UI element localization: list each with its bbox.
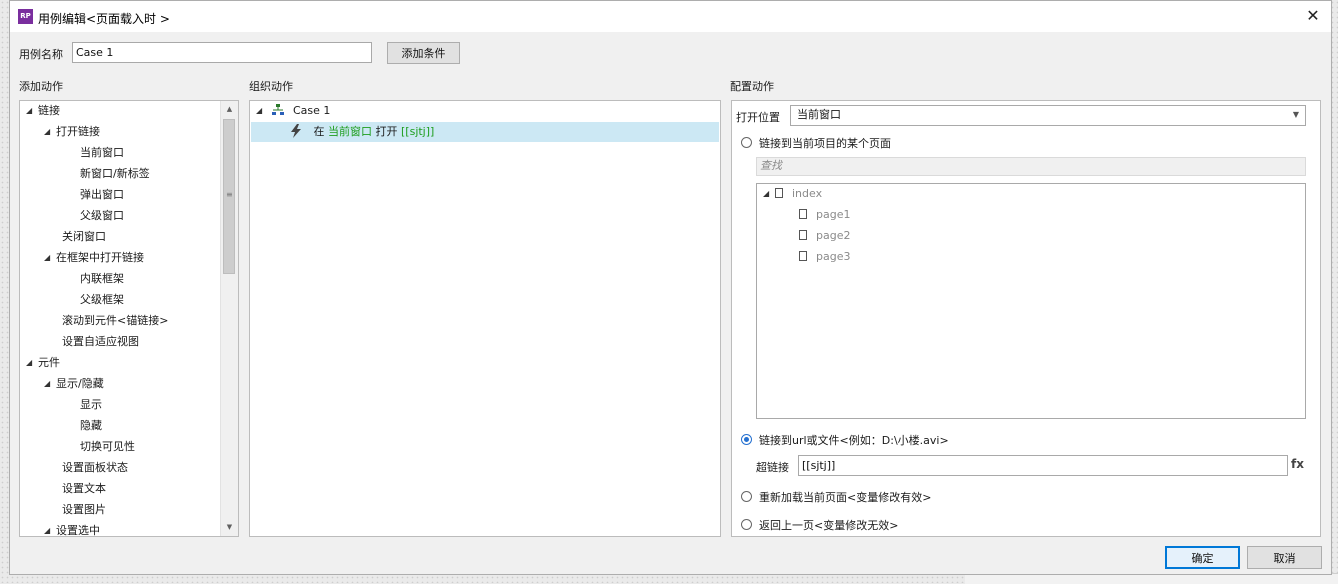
action-open-link-row[interactable]: 在 当前窗口 打开 [[sjtj]] bbox=[290, 122, 434, 142]
tree-item-set-selected[interactable]: ◢ 设置选中 bbox=[44, 521, 100, 536]
cancel-button[interactable]: 取消 bbox=[1247, 546, 1322, 569]
open-location-label: 打开位置 bbox=[736, 111, 780, 124]
add-actions-tree: ◢ 链接 ◢ 打开链接 当前窗口 新窗口/新标签 弹出窗口 父级窗口 关闭窗口 ◢ 在… bbox=[19, 100, 239, 537]
tree-item-show[interactable]: 显示 bbox=[80, 395, 102, 415]
expand-triangle-icon[interactable]: ◢ bbox=[44, 374, 56, 394]
case-node-label: Case 1 bbox=[293, 104, 331, 117]
tree-item-show-hide[interactable]: ◢ 显示/隐藏 bbox=[44, 374, 104, 394]
case-editor-dialog: RP 用例编辑<页面载入时 > ✕ 用例名称 添加条件 添加动作 组织动作 配置… bbox=[9, 0, 1332, 575]
page-item-page3[interactable]: page3 bbox=[799, 247, 850, 267]
page-icon bbox=[775, 188, 783, 198]
page-icon bbox=[799, 251, 807, 261]
action-verb: 打开 bbox=[375, 125, 398, 138]
case-node[interactable]: ◢ Case 1 bbox=[256, 101, 330, 121]
add-actions-header: 添加动作 bbox=[19, 80, 63, 93]
close-icon[interactable]: ✕ bbox=[1301, 5, 1325, 27]
organize-actions-panel: ◢ Case 1 在 当前窗口 打开 [[sjtj]] bbox=[249, 100, 721, 537]
dropdown-arrow-icon[interactable]: ▼ bbox=[1293, 106, 1299, 124]
page-tree: ◢ index page1 page2 page3 bbox=[756, 183, 1306, 419]
axure-app-icon: RP bbox=[18, 9, 33, 24]
case-name-label: 用例名称 bbox=[19, 48, 63, 61]
tree-item-parent-window[interactable]: 父级窗口 bbox=[80, 206, 124, 226]
expand-triangle-icon[interactable]: ◢ bbox=[44, 248, 56, 268]
page-item-page1[interactable]: page1 bbox=[799, 205, 850, 225]
tree-item-open-link[interactable]: ◢ 打开链接 bbox=[44, 122, 100, 142]
expand-triangle-icon[interactable]: ◢ bbox=[26, 101, 38, 121]
tree-item-set-text[interactable]: 设置文本 bbox=[62, 479, 106, 499]
tree-item-parent-frame[interactable]: 父级框架 bbox=[80, 290, 124, 310]
option-go-back: 返回上一页<变量修改无效> bbox=[759, 519, 899, 532]
grip-icon: ≡ bbox=[226, 190, 233, 199]
lightning-icon bbox=[291, 124, 301, 138]
expand-triangle-icon[interactable]: ◢ bbox=[256, 101, 268, 121]
page-search-input[interactable]: 查找 bbox=[756, 157, 1306, 176]
option-reload-page: 重新加载当前页面<变量修改有效> bbox=[759, 491, 932, 504]
ok-button[interactable]: 确定 bbox=[1165, 546, 1240, 569]
dialog-title: 用例编辑<页面载入时 > bbox=[38, 12, 170, 26]
title-bar: RP 用例编辑<页面载入时 > ✕ bbox=[10, 1, 1331, 32]
tree-item-inline-frame[interactable]: 内联框架 bbox=[80, 269, 124, 289]
tree-item-close-window[interactable]: 关闭窗口 bbox=[62, 227, 106, 247]
open-location-select[interactable]: 当前窗口 ▼ bbox=[790, 105, 1306, 126]
case-tree-icon bbox=[271, 104, 284, 115]
page-icon bbox=[799, 209, 807, 219]
scroll-up-arrow-icon[interactable]: ▲ bbox=[221, 101, 238, 118]
case-name-input[interactable] bbox=[72, 42, 372, 63]
radio-link-to-page[interactable] bbox=[741, 137, 752, 148]
expand-triangle-icon[interactable]: ◢ bbox=[44, 521, 56, 536]
hyperlink-label: 超链接 bbox=[756, 461, 789, 474]
tree-item-scroll-to-widget[interactable]: 滚动到元件<锚链接> bbox=[62, 311, 168, 331]
tree-item-popup-window[interactable]: 弹出窗口 bbox=[80, 185, 124, 205]
action-target: 当前窗口 bbox=[328, 125, 372, 138]
tree-item-set-image[interactable]: 设置图片 bbox=[62, 500, 106, 520]
radio-reload-page[interactable] bbox=[741, 491, 752, 502]
tree-item-widget[interactable]: ◢ 元件 bbox=[26, 353, 60, 373]
page-item-page2[interactable]: page2 bbox=[799, 226, 850, 246]
expand-triangle-icon[interactable]: ◢ bbox=[44, 122, 56, 142]
action-link-variable: [[sjtj]] bbox=[401, 125, 435, 138]
radio-link-to-url[interactable] bbox=[741, 434, 752, 445]
hyperlink-input[interactable] bbox=[798, 455, 1288, 476]
organize-actions-header: 组织动作 bbox=[249, 80, 293, 93]
add-actions-scrollbar[interactable]: ▲ ≡ ▼ bbox=[220, 101, 238, 536]
fx-button[interactable]: fx bbox=[1291, 457, 1304, 471]
page-item-index[interactable]: ◢ index bbox=[763, 184, 822, 204]
open-location-value: 当前窗口 bbox=[797, 108, 841, 121]
tree-item-set-adaptive-view[interactable]: 设置自适应视图 bbox=[62, 332, 139, 352]
expand-triangle-icon[interactable]: ◢ bbox=[763, 184, 775, 204]
config-actions-panel: 打开位置 当前窗口 ▼ 链接到当前项目的某个页面 查找 ◢ index page1… bbox=[731, 100, 1321, 537]
tree-item-new-window[interactable]: 新窗口/新标签 bbox=[80, 164, 150, 184]
page-icon bbox=[799, 230, 807, 240]
scrollbar-thumb[interactable]: ≡ bbox=[223, 119, 235, 274]
scroll-down-arrow-icon[interactable]: ▼ bbox=[221, 519, 238, 536]
tree-item-current-window[interactable]: 当前窗口 bbox=[80, 143, 124, 163]
option-link-to-url: 链接到url或文件<例如：D:\小楼.avi> bbox=[759, 434, 949, 447]
radio-go-back[interactable] bbox=[741, 519, 752, 530]
tree-item-open-in-frame[interactable]: ◢ 在框架中打开链接 bbox=[44, 248, 144, 268]
add-condition-button[interactable]: 添加条件 bbox=[387, 42, 460, 64]
tree-item-set-panel-state[interactable]: 设置面板状态 bbox=[62, 458, 128, 478]
option-link-to-page: 链接到当前项目的某个页面 bbox=[759, 137, 891, 150]
expand-triangle-icon[interactable]: ◢ bbox=[26, 353, 38, 373]
config-actions-header: 配置动作 bbox=[730, 80, 774, 93]
action-prefix: 在 bbox=[313, 125, 325, 138]
tree-item-toggle-visibility[interactable]: 切换可见性 bbox=[80, 437, 135, 457]
tree-item-hide[interactable]: 隐藏 bbox=[80, 416, 102, 436]
tree-item-link[interactable]: ◢ 链接 bbox=[26, 101, 60, 121]
